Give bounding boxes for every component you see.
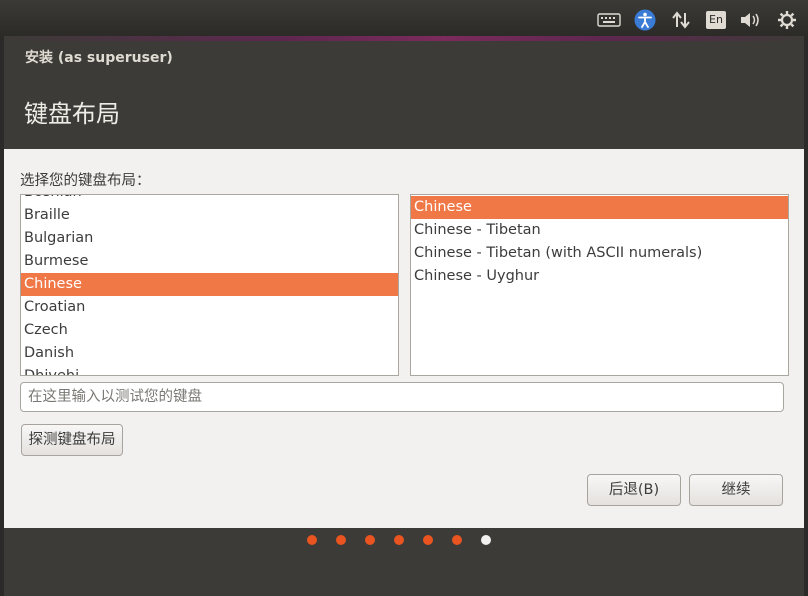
volume-icon[interactable] (738, 9, 762, 31)
window-title: 安装 (as superuser) (25, 50, 173, 66)
list-item[interactable]: Croatian (21, 296, 398, 319)
detect-layout-button[interactable]: 探测键盘布局 (21, 424, 123, 456)
page-title: 键盘布局 (24, 100, 120, 128)
keyboard-icon[interactable] (596, 9, 622, 31)
continue-button[interactable]: 继续 (689, 474, 783, 506)
list-item[interactable]: Chinese (411, 196, 788, 219)
list-item[interactable]: Bulgarian (21, 227, 398, 250)
list-item[interactable]: Chinese - Uyghur (411, 265, 788, 288)
progress-dot (307, 535, 317, 545)
list-item[interactable]: Braille (21, 204, 398, 227)
progress-dot (336, 535, 346, 545)
list-item[interactable]: Bosnian (21, 195, 398, 204)
network-transfer-icon[interactable] (670, 9, 692, 31)
list-item[interactable]: Chinese (21, 273, 398, 296)
language-indicator[interactable]: En (705, 9, 727, 31)
progress-dots (307, 535, 510, 545)
list-item[interactable]: Danish (21, 342, 398, 365)
language-label: En (706, 11, 726, 29)
layout-list[interactable]: BosnianBrailleBulgarianBurmeseChineseCro… (20, 194, 399, 376)
list-item[interactable]: Dhivehi (21, 365, 398, 375)
content-area: 选择您的键盘布局： BosnianBrailleBulgarianBurmese… (4, 149, 804, 528)
list-item[interactable]: Burmese (21, 250, 398, 273)
list-item[interactable]: Chinese - Tibetan (with ASCII numerals) (411, 242, 788, 265)
progress-dot (481, 535, 491, 545)
accessibility-icon[interactable] (634, 9, 656, 31)
list-item[interactable]: Chinese - Tibetan (411, 219, 788, 242)
list-item[interactable]: Czech (21, 319, 398, 342)
window-accent-line (4, 36, 804, 41)
settings-gear-icon[interactable] (776, 9, 798, 31)
progress-dot (452, 535, 462, 545)
progress-dot (423, 535, 433, 545)
top-panel: En (0, 0, 808, 40)
keyboard-test-input[interactable] (20, 382, 784, 412)
variant-list[interactable]: Chinese Chinese - Tibetan Chinese - Tibeta… (410, 194, 789, 376)
progress-dot (394, 535, 404, 545)
layout-prompt: 选择您的键盘布局： (20, 173, 151, 189)
progress-dot (365, 535, 375, 545)
back-button[interactable]: 后退(B) (587, 474, 681, 506)
installer-window: 安装 (as superuser) 键盘布局 选择您的键盘布局： Bosnian… (4, 36, 804, 596)
